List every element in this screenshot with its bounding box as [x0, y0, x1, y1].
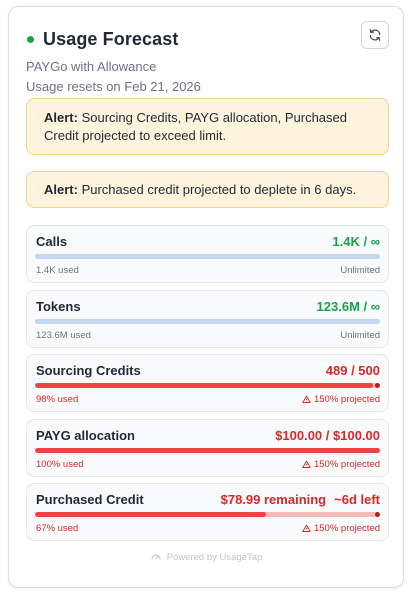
meter-projection: 150% projected [302, 459, 380, 470]
meter-bar [35, 448, 380, 453]
meter-bar [35, 319, 380, 324]
header: Usage Forecast PAYGo with Allowance Usag… [26, 21, 389, 95]
meter-bar-fill [35, 254, 380, 259]
meter-value: $100.00 / $100.00 [275, 428, 380, 443]
projection-text: 150% projected [313, 459, 380, 470]
warning-icon [302, 395, 311, 403]
meter-label: PAYG allocation [36, 428, 135, 443]
meter-value: 123.6M / ∞ [316, 299, 380, 314]
warning-icon [302, 460, 311, 468]
usage-forecast-card: Usage Forecast PAYGo with Allowance Usag… [8, 6, 404, 588]
alert-text: Purchased credit projected to deplete in… [77, 182, 357, 197]
projection-marker [375, 512, 380, 517]
meter-bar [35, 254, 380, 259]
meter-bar-fill [35, 512, 267, 517]
meter-limit: Unlimited [340, 265, 380, 276]
alert-exceed-limit: Alert: Sourcing Credits, PAYG allocation… [26, 98, 389, 155]
refresh-icon [369, 29, 381, 41]
meter-used: 123.6M used [36, 330, 91, 341]
meter-label: Sourcing Credits [36, 363, 141, 378]
meter-label: Calls [36, 234, 68, 249]
status-dot-icon [27, 35, 34, 43]
meter-purchased-credit: Purchased Credit $78.99 remaining ~6d lef… [26, 483, 389, 541]
meter-projection: 150% projected [302, 394, 380, 405]
meter-value: 489 / 500 [325, 363, 380, 378]
meter-value: 1.4K / ∞ [332, 234, 380, 249]
plan-name: PAYGo with Allowance [26, 59, 157, 74]
meter-used: 1.4K used [36, 265, 79, 276]
page-title: Usage Forecast [43, 28, 179, 49]
meter-used: 100% used [36, 459, 84, 470]
projection-text: 150% projected [313, 523, 380, 534]
meter-value: $78.99 remaining ~6d left [221, 492, 380, 507]
meter-sourcing-credits: Sourcing Credits 489 / 500 98% used 150%… [26, 354, 389, 412]
projection-marker [375, 383, 380, 388]
meter-bar-fill [35, 383, 374, 388]
powered-by-link[interactable]: Powered by UsageTap [167, 552, 263, 563]
meter-tokens: Tokens 123.6M / ∞ 123.6M used Unlimited [26, 290, 389, 348]
alert-prefix: Alert: [44, 110, 78, 125]
warning-icon [302, 524, 311, 532]
alert-prefix: Alert: [44, 182, 78, 197]
meter-bar-fill [35, 319, 380, 324]
meter-bar [35, 512, 380, 517]
meter-bar-fill [35, 448, 380, 453]
days-left: ~6d left [334, 492, 380, 507]
projection-text: 150% projected [313, 394, 380, 405]
meter-limit: Unlimited [340, 330, 380, 341]
meter-used: 98% used [36, 394, 79, 405]
meter-used: 67% used [36, 523, 79, 534]
remaining-value: $78.99 remaining [220, 492, 327, 507]
meter-payg-allocation: PAYG allocation $100.00 / $100.00 100% u… [26, 419, 389, 477]
refresh-button[interactable] [361, 21, 389, 49]
meter-bar [35, 383, 380, 388]
meter-label: Tokens [36, 299, 81, 314]
alert-text: Sourcing Credits, PAYG allocation, Purch… [44, 110, 347, 143]
alert-deplete: Alert: Purchased credit projected to dep… [26, 171, 389, 208]
footer: Powered by UsageTap [9, 551, 403, 563]
meter-label: Purchased Credit [36, 492, 144, 507]
meter-calls: Calls 1.4K / ∞ 1.4K used Unlimited [26, 225, 389, 283]
meter-projection: 150% projected [302, 523, 380, 534]
usagetap-logo-icon [151, 554, 161, 560]
reset-date: Usage resets on Feb 21, 2026 [26, 79, 201, 94]
title-row: Usage Forecast [26, 27, 386, 51]
